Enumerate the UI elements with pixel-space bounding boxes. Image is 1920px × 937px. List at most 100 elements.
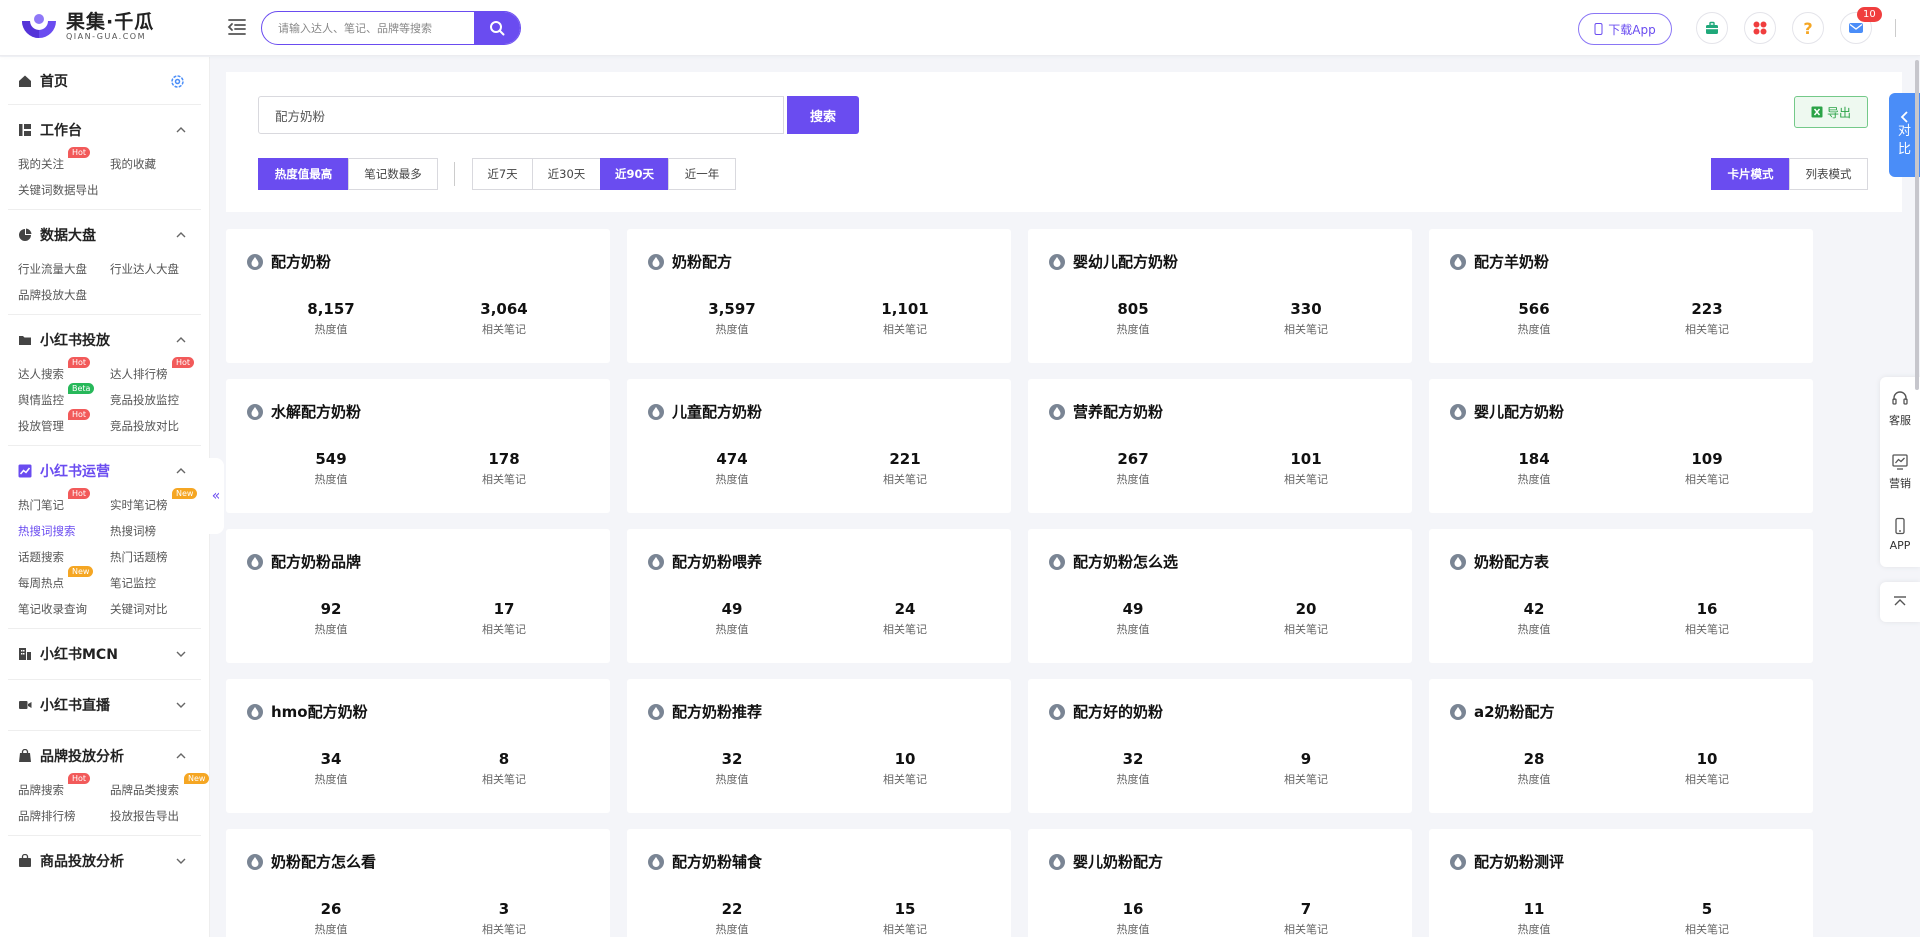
global-search-button[interactable] bbox=[474, 12, 520, 44]
notes-label: 相关笔记 bbox=[1284, 623, 1328, 636]
flame-icon bbox=[247, 853, 263, 870]
keyword-card-title: 配方奶粉推荐 bbox=[647, 701, 762, 722]
view-option-card[interactable]: 卡片模式 bbox=[1711, 158, 1790, 190]
sidebar-item-brand-search[interactable]: 品牌搜索 Hot bbox=[18, 773, 110, 799]
sidebar-item-brand-placement[interactable]: 品牌投放大盘 bbox=[18, 286, 110, 304]
keyword-card-title: 配方羊奶粉 bbox=[1449, 251, 1549, 272]
logo[interactable]: 果集·千瓜 QIAN-GUA.COM bbox=[18, 11, 154, 43]
sidebar-item-weekly-hotspots[interactable]: 每周热点 New bbox=[18, 566, 110, 592]
sidebar-section-title: 小红书直播 bbox=[40, 698, 110, 714]
apps-button[interactable] bbox=[1744, 12, 1776, 44]
page-scrollbar-thumb[interactable] bbox=[1915, 60, 1919, 390]
keyword-card[interactable]: 配方奶粉测评 11 热度值 5 相关笔记 bbox=[1429, 829, 1813, 937]
heat-label: 热度值 bbox=[1517, 623, 1551, 636]
sidebar-item-influencer-ranking[interactable]: 达人排行榜 Hot bbox=[110, 357, 209, 383]
keyword-card[interactable]: 奶粉配方 3,597 热度值 1,101 相关笔记 bbox=[627, 229, 1011, 363]
sidebar-item-keyword-compare[interactable]: 关键词对比 bbox=[110, 600, 209, 618]
sidebar-section-xhs-placement: 小红书投放 达人搜索 Hot 达人排行榜 Hot 舆情监控 Beta 竞品投放监控 投… bbox=[8, 315, 201, 446]
sidebar-item-topic-search[interactable]: 话题搜索 bbox=[18, 548, 110, 566]
keyword-card[interactable]: 婴儿奶粉配方 16 热度值 7 相关笔记 bbox=[1028, 829, 1412, 937]
sort-option-notes[interactable]: 笔记数最多 bbox=[348, 158, 438, 190]
sidebar-item-influencer-search[interactable]: 达人搜索 Hot bbox=[18, 357, 110, 383]
sidebar-section-toggle[interactable]: 数据大盘 bbox=[8, 210, 201, 260]
keyword-card[interactable]: a2奶粉配方 28 热度值 10 相关笔记 bbox=[1429, 679, 1813, 813]
keyword-card[interactable]: hmo配方奶粉 34 热度值 8 相关笔记 bbox=[226, 679, 610, 813]
notes-label: 相关笔记 bbox=[883, 323, 927, 336]
notes-value: 101 bbox=[1290, 450, 1322, 468]
sidebar-item-competitor-monitor[interactable]: 竞品投放监控 bbox=[110, 391, 209, 409]
keyword-card[interactable]: 配方奶粉怎么选 49 热度值 20 相关笔记 bbox=[1028, 529, 1412, 663]
settings-icon[interactable] bbox=[170, 74, 185, 89]
pie-chart-icon bbox=[19, 228, 32, 241]
keyword-card[interactable]: 配方奶粉推荐 32 热度值 10 相关笔记 bbox=[627, 679, 1011, 813]
sidebar-item-industry-influencer[interactable]: 行业达人大盘 bbox=[110, 260, 209, 278]
keyword-text: 婴儿奶粉配方 bbox=[1073, 853, 1164, 871]
global-search-input[interactable] bbox=[262, 12, 474, 44]
sidebar-item-hot-topics[interactable]: 热门话题榜 bbox=[110, 548, 209, 566]
keyword-card[interactable]: 婴儿配方奶粉 184 热度值 109 相关笔记 bbox=[1429, 379, 1813, 513]
keyword-card-title: 奶粉配方 bbox=[647, 251, 732, 272]
period-option-30d[interactable]: 近30天 bbox=[532, 158, 601, 190]
sidebar-item-industry-traffic[interactable]: 行业流量大盘 bbox=[18, 260, 110, 278]
sidebar-item-realtime-notes[interactable]: 实时笔记榜 New bbox=[110, 488, 209, 514]
briefcase-button[interactable] bbox=[1696, 12, 1728, 44]
keyword-text: 奶粉配方表 bbox=[1474, 553, 1550, 571]
sidebar-section-toggle[interactable]: 品牌投放分析 bbox=[8, 731, 201, 781]
sidebar-section-toggle[interactable]: 小红书运营 bbox=[8, 446, 201, 496]
period-option-90d[interactable]: 近90天 bbox=[600, 158, 669, 190]
view-option-list[interactable]: 列表模式 bbox=[1789, 158, 1868, 190]
sidebar-item-my-follow[interactable]: 我的关注 Hot bbox=[18, 147, 110, 173]
sidebar-item-keyword-export[interactable]: 关键词数据导出 bbox=[18, 181, 110, 199]
sidebar-collapse-toggle[interactable]: « bbox=[208, 458, 224, 534]
help-button[interactable]: ? bbox=[1792, 12, 1824, 44]
keyword-card[interactable]: 婴幼儿配方奶粉 805 热度值 330 相关笔记 bbox=[1028, 229, 1412, 363]
keyword-search-button[interactable]: 搜索 bbox=[787, 96, 859, 134]
sidebar-item-placement-report[interactable]: 投放报告导出 bbox=[110, 807, 209, 825]
sidebar-item-my-favorites[interactable]: 我的收藏 bbox=[110, 155, 209, 173]
keyword-card[interactable]: 配方好的奶粉 32 热度值 9 相关笔记 bbox=[1028, 679, 1412, 813]
menu-collapse-icon[interactable] bbox=[226, 16, 248, 38]
sidebar-section-toggle[interactable]: 小红书直播 bbox=[8, 680, 201, 730]
download-app-button[interactable]: 下载App bbox=[1578, 13, 1672, 45]
keyword-card[interactable]: 配方奶粉 8,157 热度值 3,064 相关笔记 bbox=[226, 229, 610, 363]
sidebar-item-placement-management[interactable]: 投放管理 Hot bbox=[18, 409, 110, 435]
notes-stat: 17 相关笔记 bbox=[434, 599, 574, 637]
export-button[interactable]: 导出 bbox=[1794, 96, 1868, 128]
period-option-7d[interactable]: 近7天 bbox=[472, 158, 533, 190]
sidebar-item-hot-search-words[interactable]: 热搜词搜索 bbox=[18, 522, 110, 540]
keyword-card[interactable]: 奶粉配方表 42 热度值 16 相关笔记 bbox=[1429, 529, 1813, 663]
keyword-search-input[interactable]: 配方奶粉 bbox=[258, 96, 784, 134]
notes-label: 相关笔记 bbox=[1284, 923, 1328, 936]
sidebar-item-hot-notes[interactable]: 热门笔记 Hot bbox=[18, 488, 110, 514]
keyword-card[interactable]: 配方奶粉品牌 92 热度值 17 相关笔记 bbox=[226, 529, 610, 663]
sidebar-item-sentiment-monitor[interactable]: 舆情监控 Beta bbox=[18, 383, 110, 409]
keyword-card[interactable]: 水解配方奶粉 549 热度值 178 相关笔记 bbox=[226, 379, 610, 513]
keyword-card[interactable]: 奶粉配方怎么看 26 热度值 3 相关笔记 bbox=[226, 829, 610, 937]
notes-label: 相关笔记 bbox=[482, 773, 526, 786]
keyword-card[interactable]: 儿童配方奶粉 474 热度值 221 相关笔记 bbox=[627, 379, 1011, 513]
messages-button[interactable]: 10 bbox=[1840, 7, 1882, 44]
sidebar-section-toggle[interactable]: 小红书MCN bbox=[8, 629, 201, 679]
sidebar-section-toggle[interactable]: 商品投放分析 bbox=[8, 836, 201, 886]
notes-stat: 5 相关笔记 bbox=[1637, 899, 1777, 937]
keyword-card[interactable]: 配方奶粉辅食 22 热度值 15 相关笔记 bbox=[627, 829, 1011, 937]
period-toggle: 近7天 近30天 近90天 近一年 bbox=[472, 158, 736, 190]
sidebar-item-note-monitor[interactable]: 笔记监控 bbox=[110, 574, 209, 592]
sidebar-item-hot-search-ranking[interactable]: 热搜词榜 bbox=[110, 522, 209, 540]
sort-option-heat[interactable]: 热度值最高 bbox=[258, 158, 349, 190]
heat-stat: 566 热度值 bbox=[1464, 299, 1604, 337]
sidebar-item-competitor-compare[interactable]: 竞品投放对比 bbox=[110, 417, 209, 435]
keyword-card[interactable]: 营养配方奶粉 267 热度值 101 相关笔记 bbox=[1028, 379, 1412, 513]
sidebar-item-brand-ranking[interactable]: 品牌排行榜 bbox=[18, 807, 110, 825]
sidebar-section-xhs-live: 小红书直播 bbox=[8, 680, 201, 731]
keyword-card[interactable]: 配方奶粉喂养 49 热度值 24 相关笔记 bbox=[627, 529, 1011, 663]
period-option-1y[interactable]: 近一年 bbox=[668, 158, 736, 190]
sidebar-section-toggle[interactable]: 工作台 bbox=[8, 105, 201, 155]
keyword-card[interactable]: 配方羊奶粉 566 热度值 223 相关笔记 bbox=[1429, 229, 1813, 363]
notes-value: 223 bbox=[1691, 300, 1723, 318]
sidebar-item-brand-category-search[interactable]: 品牌品类搜索 New bbox=[110, 773, 209, 799]
sidebar-item-note-index-query[interactable]: 笔记收录查询 bbox=[18, 600, 110, 618]
heat-stat: 3,597 热度值 bbox=[662, 299, 802, 337]
sidebar-item-home[interactable]: 首页 bbox=[8, 57, 201, 105]
sidebar-section-toggle[interactable]: 小红书投放 bbox=[8, 315, 201, 365]
